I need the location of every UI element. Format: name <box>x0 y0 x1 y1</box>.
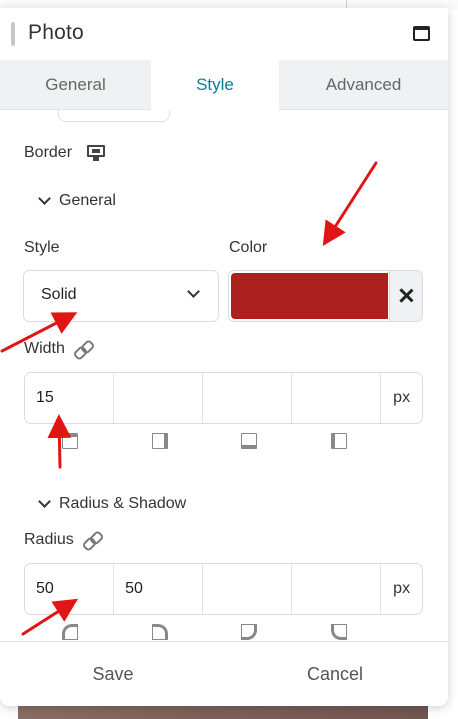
border-left-icon <box>331 433 347 449</box>
chevron-down-icon <box>187 285 200 298</box>
border-bottom-icon <box>241 433 257 449</box>
border-style-select[interactable]: Solid <box>23 270 219 322</box>
clear-color-button[interactable] <box>389 271 422 321</box>
border-general-toggle[interactable]: General <box>38 190 116 212</box>
corner-top-left-icon <box>62 624 78 640</box>
border-top-icon <box>62 433 78 449</box>
close-icon <box>399 288 414 303</box>
border-width-right-input[interactable] <box>114 373 204 423</box>
panel-title: Photo <box>28 21 84 44</box>
style-settings-scroll[interactable]: Border General Style Color Solid Width 1… <box>0 110 448 642</box>
radius-top-left-input[interactable]: 50 <box>25 564 115 614</box>
window-maximize-icon[interactable] <box>413 26 430 41</box>
border-color-swatch[interactable] <box>231 273 388 319</box>
monitor-stand <box>93 157 99 161</box>
chevron-down-icon <box>38 192 51 205</box>
save-button[interactable]: Save <box>0 642 226 706</box>
radius-bottom-right-input[interactable] <box>203 564 293 614</box>
radius-corner-icons <box>24 624 382 642</box>
border-width-top-input[interactable]: 15 <box>25 373 115 423</box>
corner-bottom-right-icon <box>241 624 257 640</box>
chevron-down-icon <box>38 495 51 508</box>
radius-shadow-toggle[interactable]: Radius & Shadow <box>38 493 187 515</box>
radius-top-right-input[interactable]: 50 <box>114 564 204 614</box>
cancel-button[interactable]: Cancel <box>222 642 448 706</box>
radius-label-row: Radius <box>24 531 101 549</box>
border-color-field <box>228 270 423 322</box>
panel-header: Photo <box>0 8 448 60</box>
border-side-icons <box>24 433 382 451</box>
drag-handle[interactable] <box>11 22 15 46</box>
radius-bottom-left-input[interactable] <box>292 564 382 614</box>
border-section-label: Border <box>24 144 73 161</box>
border-style-label: Style <box>24 239 60 256</box>
border-right-icon <box>152 433 168 449</box>
border-width-inputs: 15 px <box>24 372 423 424</box>
link-values-icon[interactable] <box>74 340 92 358</box>
responsive-desktop-icon[interactable] <box>87 145 105 161</box>
radius-label: Radius <box>24 531 74 548</box>
border-width-label-row: Width <box>24 340 92 358</box>
border-general-label: General <box>59 192 116 209</box>
link-values-icon[interactable] <box>83 531 101 549</box>
border-width-unit[interactable]: px <box>381 373 422 423</box>
tab-style[interactable]: Style <box>151 60 279 111</box>
panel-footer: Save Cancel <box>0 641 448 706</box>
tab-advanced[interactable]: Advanced <box>279 60 448 110</box>
settings-panel: Photo General Style Advanced Border Gene… <box>0 8 448 706</box>
corner-top-right-icon <box>152 624 168 640</box>
monitor-screen <box>87 145 105 157</box>
border-style-value: Solid <box>41 286 77 303</box>
corner-bottom-left-icon <box>331 624 347 640</box>
radius-unit[interactable]: px <box>381 564 422 614</box>
radius-shadow-label: Radius & Shadow <box>59 495 187 512</box>
border-width-label: Width <box>24 340 65 357</box>
border-width-left-input[interactable] <box>292 373 382 423</box>
border-color-label: Color <box>229 239 268 256</box>
scrolled-field-edge <box>58 110 170 122</box>
tab-general[interactable]: General <box>0 60 151 110</box>
tab-bar: General Style Advanced <box>0 60 448 111</box>
border-width-bottom-input[interactable] <box>203 373 293 423</box>
radius-inputs: 50 50 px <box>24 563 423 615</box>
